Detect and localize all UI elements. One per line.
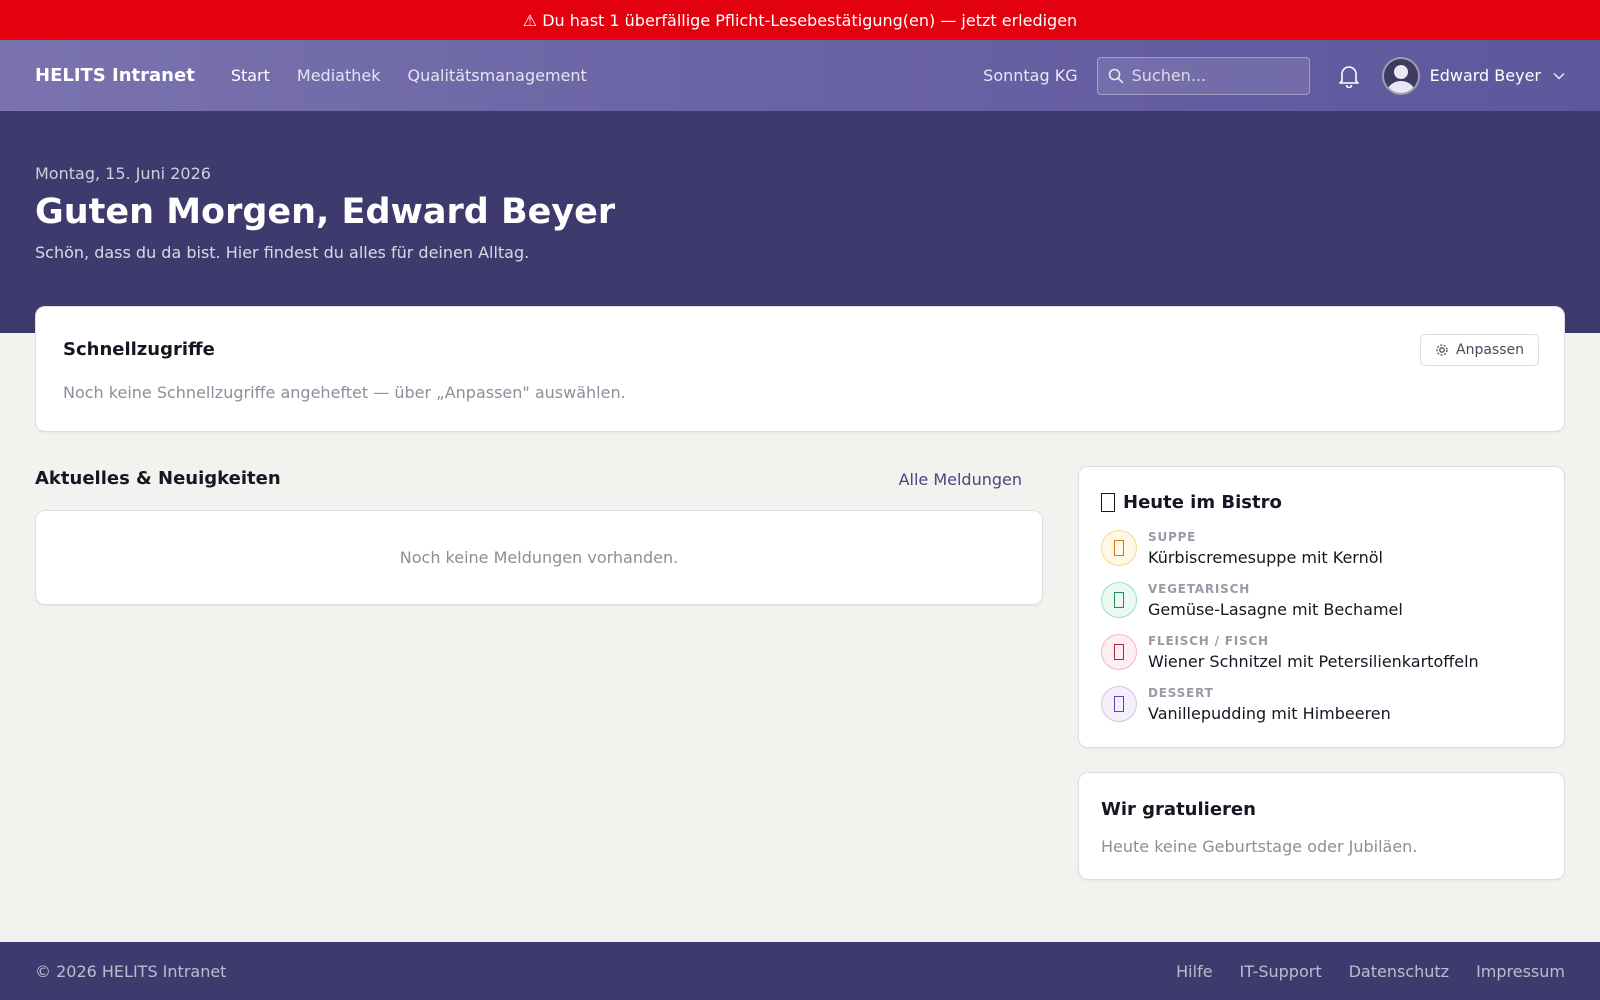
- search-icon: [1108, 68, 1124, 84]
- bistro-menu-list: SUPPE Kürbiscremesuppe mit Kernöl VEGETA…: [1101, 529, 1544, 737]
- user-menu[interactable]: Edward Beyer: [1381, 56, 1565, 95]
- footer-link-it-support[interactable]: IT-Support: [1240, 962, 1322, 981]
- menu-dish: Gemüse-Lasagne mit Bechamel: [1148, 600, 1403, 619]
- page-footer: © 2026 HELITS Intranet Hilfe IT-Support …: [0, 942, 1600, 1000]
- footer-link-hilfe[interactable]: Hilfe: [1176, 962, 1212, 981]
- customize-label: Anpassen: [1456, 342, 1524, 358]
- organization-name: Sonntag KG: [983, 66, 1078, 85]
- soup-icon: [1101, 530, 1137, 566]
- meat-fish-icon: [1101, 634, 1137, 670]
- menu-item-suppe: SUPPE Kürbiscremesuppe mit Kernöl: [1101, 529, 1544, 581]
- footer-links: Hilfe IT-Support Datenschutz Impressum: [1176, 962, 1565, 981]
- news-card: Noch keine Meldungen vorhanden.: [35, 510, 1043, 605]
- menu-category: SUPPE: [1148, 530, 1197, 544]
- menu-category: VEGETARISCH: [1148, 582, 1251, 596]
- nav-right-group: Sonntag KG Edward Beyer: [983, 56, 1565, 95]
- all-news-link[interactable]: Alle Meldungen: [899, 470, 1022, 489]
- menu-item-fleisch-fisch: FLEISCH / FISCH Wiener Schnitzel mit Pet…: [1101, 633, 1544, 685]
- dessert-icon: [1101, 686, 1137, 722]
- user-avatar: [1381, 56, 1420, 95]
- brand-logo-text[interactable]: HELITS Intranet: [35, 65, 195, 86]
- alert-text: ⚠ Du hast 1 überfällige Pflicht-Lesebest…: [522, 10, 1078, 30]
- copyright-text: © 2026 HELITS Intranet: [35, 961, 227, 981]
- congrats-title: Wir gratulieren: [1101, 799, 1256, 820]
- congratulations-card: Wir gratulieren Heute keine Geburtstage …: [1078, 772, 1565, 880]
- menu-dish: Wiener Schnitzel mit Petersilienkartoffe…: [1148, 652, 1479, 671]
- news-empty-text: Noch keine Meldungen vorhanden.: [399, 548, 679, 567]
- quick-access-empty-text: Noch keine Schnellzugriffe angeheftet — …: [63, 383, 626, 402]
- news-title: Aktuelles & Neuigkeiten: [35, 468, 281, 489]
- menu-dish: Vanillepudding mit Himbeeren: [1148, 704, 1391, 723]
- nav-link-qualitaetsmanagement[interactable]: Qualitätsmanagement: [407, 66, 586, 85]
- welcome-hero: Montag, 15. Juni 2026 Guten Morgen, Edwa…: [0, 111, 1600, 333]
- bistro-title-text: Heute im Bistro: [1123, 492, 1282, 513]
- nav-link-start[interactable]: Start: [231, 66, 270, 85]
- bistro-icon: [1101, 493, 1115, 512]
- footer-link-datenschutz[interactable]: Datenschutz: [1349, 962, 1449, 981]
- quick-access-card: Schnellzugriffe Anpassen Noch keine Schn…: [35, 306, 1565, 432]
- footer-link-impressum[interactable]: Impressum: [1476, 962, 1565, 981]
- menu-item-dessert: DESSERT Vanillepudding mit Himbeeren: [1101, 685, 1544, 737]
- menu-dish: Kürbiscremesuppe mit Kernöl: [1148, 548, 1383, 567]
- search-input[interactable]: [1131, 66, 1292, 85]
- overdue-alert-banner[interactable]: ⚠ Du hast 1 überfällige Pflicht-Lesebest…: [0, 0, 1600, 40]
- top-navigation: HELITS Intranet Start Mediathek Qualität…: [0, 40, 1600, 111]
- greeting-subtitle: Schön, dass du da bist. Hier findest du …: [35, 243, 530, 262]
- current-date: Montag, 15. Juni 2026: [35, 164, 211, 183]
- menu-category: FLEISCH / FISCH: [1148, 634, 1269, 648]
- menu-item-vegetarisch: VEGETARISCH Gemüse-Lasagne mit Bechamel: [1101, 581, 1544, 633]
- search-box[interactable]: [1096, 56, 1310, 95]
- quick-access-title: Schnellzugriffe: [63, 339, 215, 360]
- bistro-card: Heute im Bistro SUPPE Kürbiscremesuppe m…: [1078, 466, 1565, 748]
- chevron-down-icon: [1553, 72, 1565, 80]
- nav-link-mediathek[interactable]: Mediathek: [297, 66, 381, 85]
- bistro-title: Heute im Bistro: [1101, 492, 1282, 513]
- menu-category: DESSERT: [1148, 686, 1214, 700]
- greeting-heading: Guten Morgen, Edward Beyer: [35, 192, 616, 232]
- main-nav: Start Mediathek Qualitätsmanagement: [231, 66, 587, 85]
- gear-icon: [1436, 344, 1448, 356]
- customize-button[interactable]: Anpassen: [1420, 334, 1539, 366]
- vegetarian-icon: [1101, 582, 1137, 618]
- user-name: Edward Beyer: [1429, 66, 1541, 85]
- bell-icon[interactable]: [1336, 63, 1362, 89]
- congrats-empty-text: Heute keine Geburtstage oder Jubiläen.: [1101, 837, 1418, 856]
